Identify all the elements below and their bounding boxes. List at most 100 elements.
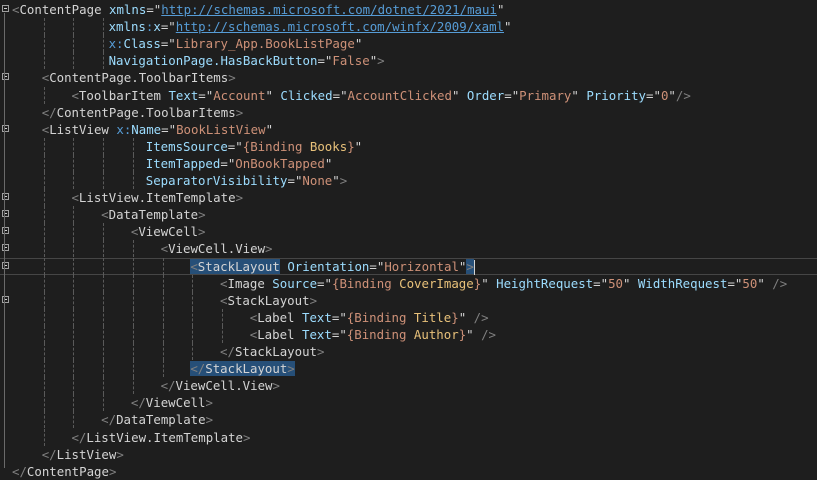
- code-line[interactable]: <ViewCell.View>: [0, 240, 817, 258]
- code-line[interactable]: </StackLayout>: [0, 360, 817, 378]
- indent-guide: [43, 308, 45, 326]
- code-token: Title: [413, 309, 452, 325]
- indent-guide: [43, 172, 45, 189]
- code-token: Horizontal: [384, 258, 459, 274]
- code-editor[interactable]: <ContentPage xmlns="http://schemas.micro…: [0, 0, 817, 480]
- code-line[interactable]: <Label Text="{Binding Title}" />: [0, 308, 817, 326]
- code-line[interactable]: <StackLayout Orientation="Horizontal">: [0, 257, 817, 275]
- code-text: xmlns:x="http://schemas.microsoft.com/wi…: [109, 18, 512, 35]
- outline-margin-line: [4, 13, 5, 468]
- code-token: ": [265, 121, 274, 137]
- indent-guide: [73, 172, 75, 189]
- code-token: ": [653, 87, 661, 103]
- code-line[interactable]: </ViewCell.View>: [0, 377, 817, 395]
- code-token: {Binding: [331, 275, 400, 291]
- code-line[interactable]: <Image Source="{Binding CoverImage}" Hei…: [0, 274, 817, 292]
- collapse-icon[interactable]: [2, 5, 9, 12]
- code-token: </: [12, 463, 27, 479]
- code-token: {Binding: [242, 138, 310, 154]
- code-line[interactable]: </DataTemplate>: [0, 411, 817, 429]
- code-token: Books: [309, 138, 348, 154]
- code-line[interactable]: <ContentPage xmlns="http://schemas.micro…: [0, 1, 817, 18]
- indent-guide: [103, 360, 105, 378]
- code-token: StackLayout: [197, 258, 280, 274]
- indent-guide: [73, 274, 75, 292]
- code-line[interactable]: </ViewCell>: [0, 394, 817, 412]
- indent-guide: [73, 325, 75, 343]
- code-token: ": [168, 36, 176, 52]
- indent-guide: [43, 223, 45, 241]
- code-token: =: [220, 155, 228, 171]
- code-token: Primary: [519, 87, 572, 103]
- indent-guide: [73, 18, 75, 36]
- code-token: Source: [272, 275, 318, 291]
- code-token: =: [146, 2, 154, 17]
- indent-guide: [132, 325, 134, 343]
- code-line[interactable]: <ViewCell>: [0, 223, 817, 241]
- code-token: =: [332, 87, 341, 103]
- code-line[interactable]: NavigationPage.HasBackButton="False">: [0, 52, 817, 70]
- code-line[interactable]: ItemsSource="{Binding Books}": [0, 137, 817, 155]
- code-line[interactable]: <Label Text="{Binding Author}" />: [0, 325, 817, 343]
- code-text: SeparatorVisibility="None">: [146, 172, 347, 189]
- indent-guide: [73, 343, 75, 360]
- code-token: =: [287, 173, 295, 188]
- code-line[interactable]: <ContentPage.ToolbarItems>: [0, 69, 817, 86]
- code-token: <: [220, 275, 228, 291]
- code-line[interactable]: </ListView>: [0, 446, 817, 463]
- indent-guide: [162, 343, 164, 360]
- code-token: </: [101, 412, 117, 428]
- code-line[interactable]: SeparatorVisibility="None">: [0, 172, 817, 189]
- code-token: =: [369, 258, 377, 274]
- indent-guide: [103, 394, 105, 412]
- code-token: ListView: [49, 121, 109, 137]
- indent-guide: [43, 394, 45, 412]
- code-line[interactable]: <ListView.ItemTemplate>: [0, 189, 817, 207]
- code-token: x: [153, 19, 161, 35]
- indent-guide: [132, 240, 134, 258]
- indent-guide: [162, 308, 164, 326]
- code-line[interactable]: </ContentPage>: [0, 463, 817, 480]
- code-token: ": [265, 87, 273, 103]
- code-line[interactable]: </ListView.ItemTemplate>: [0, 428, 817, 446]
- indent-guide: [103, 325, 105, 343]
- code-token: NavigationPage.HasBackButton: [108, 53, 318, 69]
- code-token: ViewCell.View: [168, 241, 266, 257]
- code-line[interactable]: <ToolbarItem Text="Account" Clicked="Acc…: [0, 86, 817, 104]
- code-token: Label: [257, 326, 295, 342]
- code-token: False: [332, 53, 370, 69]
- code-line[interactable]: </ContentPage.ToolbarItems>: [0, 104, 817, 121]
- code-text: <ContentPage.ToolbarItems>: [42, 69, 236, 86]
- code-line[interactable]: <ListView x:Name="BookListView": [0, 121, 817, 138]
- code-token: <: [220, 292, 228, 308]
- indent-guide: [192, 274, 194, 292]
- code-token: </: [220, 344, 235, 359]
- code-token: </: [41, 104, 57, 120]
- code-token: ": [168, 19, 176, 35]
- text-cursor: [473, 259, 475, 275]
- code-line[interactable]: <DataTemplate>: [0, 206, 817, 224]
- code-text: <Label Text="{Binding Author}" />: [250, 326, 496, 343]
- code-token: StackLayout: [227, 292, 310, 308]
- code-token: =: [198, 87, 206, 103]
- code-line[interactable]: ItemTapped="OnBookTapped": [0, 154, 817, 172]
- code-token: ": [354, 36, 363, 52]
- indent-guide: [103, 137, 105, 155]
- code-token: ": [324, 155, 333, 171]
- code-token: 50: [608, 275, 623, 291]
- code-token: 50: [742, 275, 758, 291]
- code-token: ": [339, 326, 347, 342]
- indent-guide: [43, 257, 45, 275]
- code-line[interactable]: xmlns:x="http://schemas.microsoft.com/wi…: [0, 18, 817, 36]
- indent-guide: [43, 343, 45, 360]
- code-token: Author: [413, 326, 459, 342]
- indent-guide: [192, 308, 194, 326]
- code-token: Library_App.BookListPage: [175, 36, 355, 52]
- code-line[interactable]: <StackLayout>: [0, 291, 817, 309]
- indent-guide: [162, 257, 164, 275]
- indent-guide: [73, 257, 75, 275]
- code-line[interactable]: </StackLayout>: [0, 343, 817, 360]
- code-line[interactable]: x:Class="Library_App.BookListPage": [0, 35, 817, 53]
